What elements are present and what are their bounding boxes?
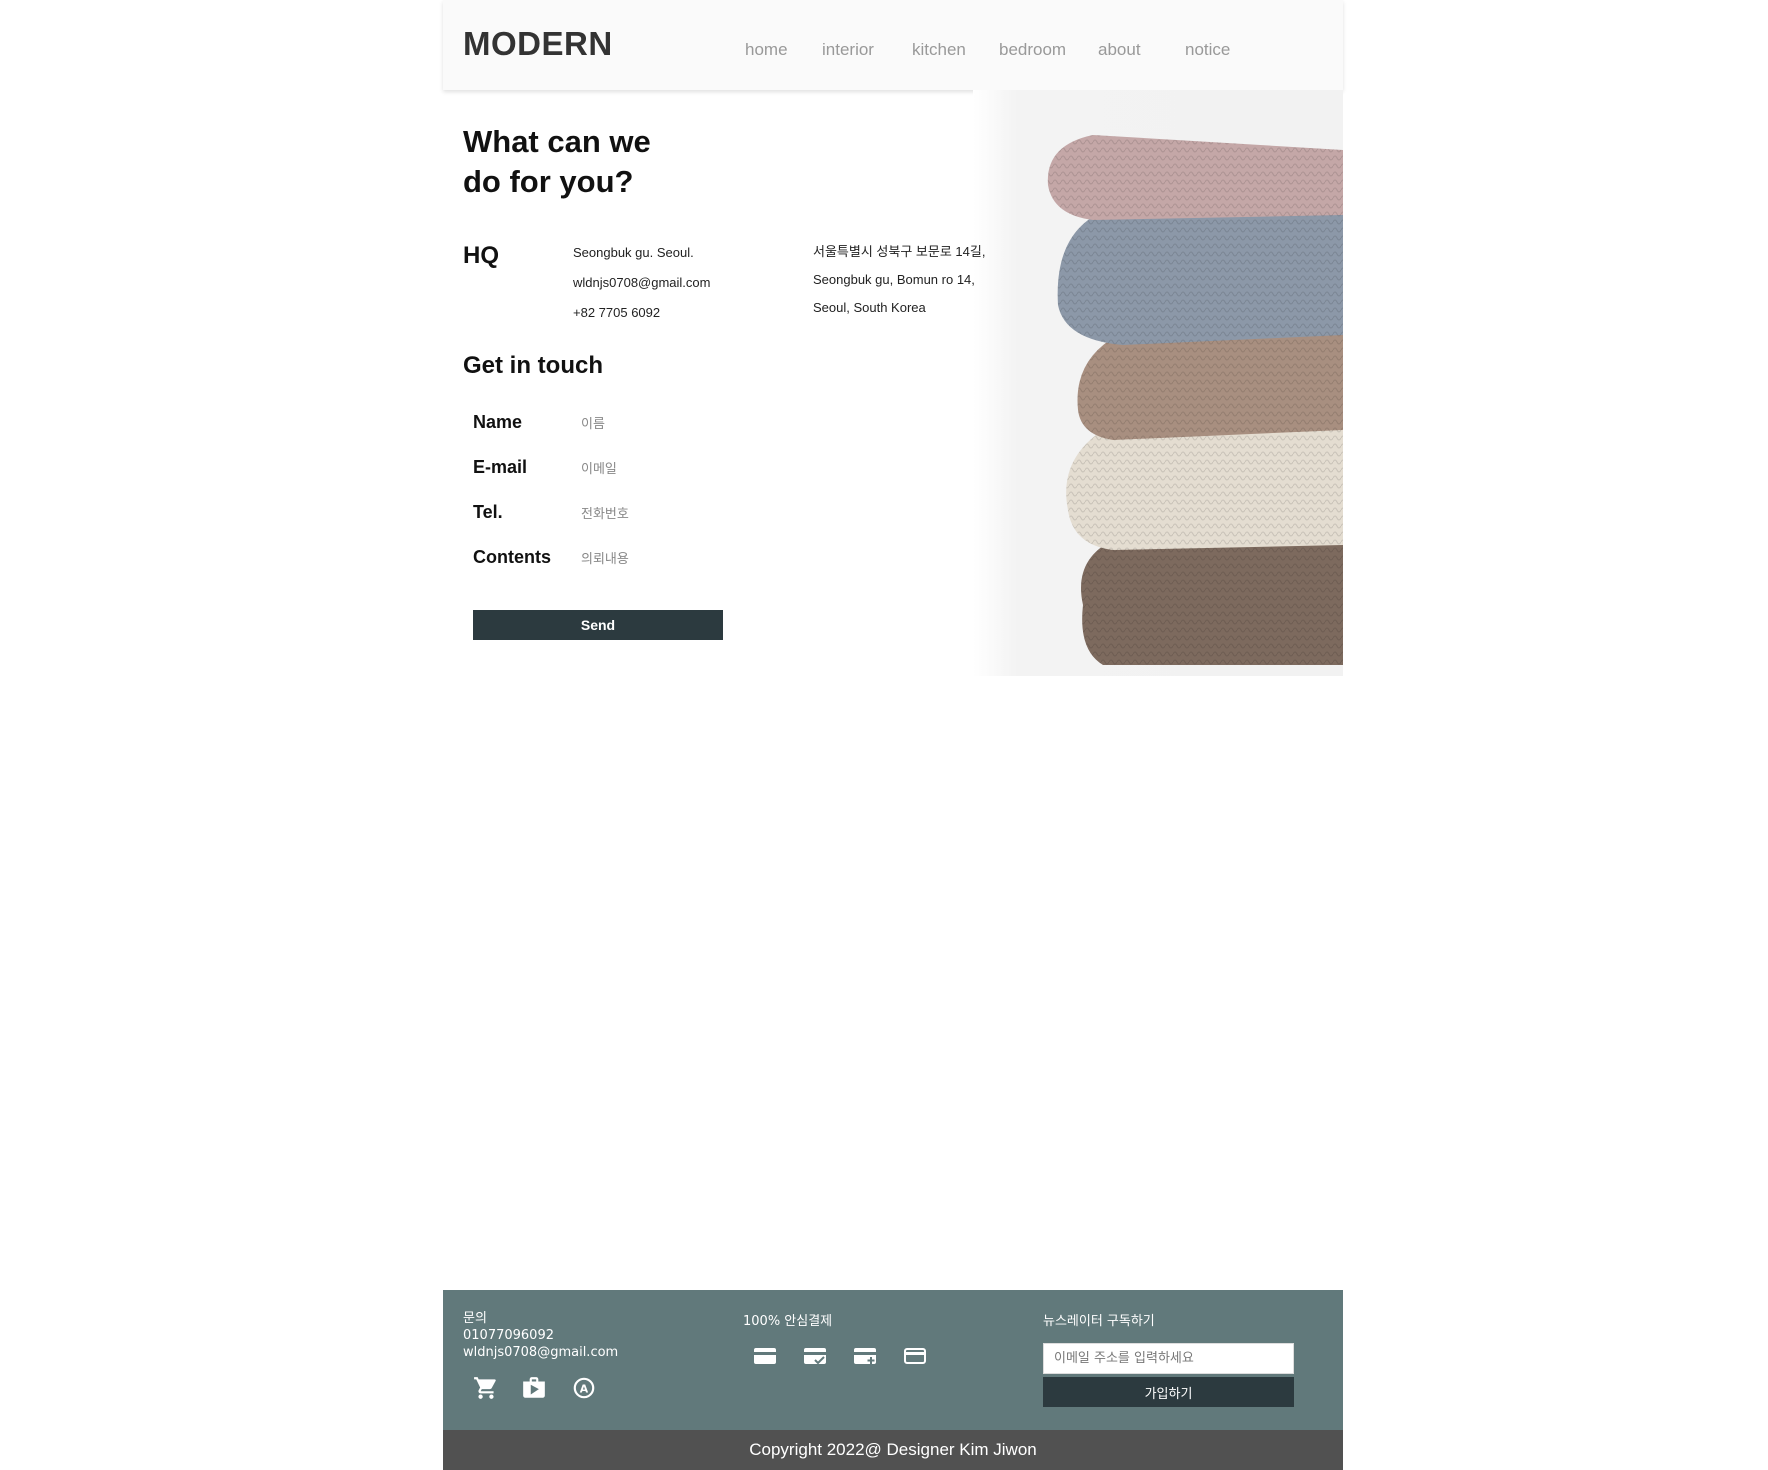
site-header: MODERN home interior kitchen bedroom abo… — [443, 0, 1343, 90]
card-outline-icon — [903, 1345, 927, 1367]
hq-phone: +82 7705 6092 — [573, 305, 661, 320]
copyright: Copyright 2022@ Designer Kim Jiwon — [443, 1430, 1343, 1470]
form-row-tel: Tel. — [473, 502, 733, 547]
hq-email: wldnjs0708@gmail.com — [573, 275, 711, 290]
tel-label: Tel. — [473, 502, 503, 522]
hq-address: 서울특별시 성북구 보문로 14길, Seongbuk gu, Bomun ro… — [813, 238, 985, 322]
nav-bedroom[interactable]: bedroom — [999, 40, 1066, 60]
contact-heading: Get in touch — [463, 352, 603, 379]
payment-title: 100% 안심결제 — [743, 1314, 833, 1329]
svg-text:A: A — [580, 1382, 589, 1395]
cart-icon[interactable] — [473, 1375, 499, 1401]
newsletter-title: 뉴스레이터 구독하기 — [1043, 1314, 1155, 1329]
nav-notice[interactable]: notice — [1185, 40, 1230, 60]
form-row-name: Name — [473, 412, 733, 457]
contents-field[interactable] — [581, 548, 721, 570]
nav-kitchen[interactable]: kitchen — [912, 40, 966, 60]
send-button[interactable]: Send — [473, 610, 723, 640]
card-plus-icon — [853, 1345, 877, 1367]
inquiry-phone: 01077096092 — [463, 1328, 554, 1343]
email-label: E-mail — [473, 457, 528, 477]
email-field[interactable] — [581, 458, 721, 480]
hq-label: HQ — [463, 242, 499, 269]
credit-card-icon — [753, 1345, 777, 1367]
knit-sweater-stack-photo — [973, 90, 1343, 676]
hq-info: Seongbuk gu. Seoul. wldnjs0708@gmail.com… — [573, 238, 710, 328]
form-row-email: E-mail — [473, 457, 733, 502]
hq-address-line-2: Seongbuk gu, Bomun ro 14, — [813, 272, 975, 287]
shop-bag-icon[interactable] — [521, 1375, 547, 1401]
inquiry-email[interactable]: wldnjs0708@gmail.com — [463, 1344, 618, 1361]
name-label: Name — [473, 412, 523, 432]
auto-renew-icon[interactable]: A — [571, 1375, 597, 1401]
page-title: What can we do for you? — [463, 122, 651, 202]
site-logo[interactable]: MODERN — [463, 25, 613, 63]
title-line-2: do for you? — [463, 164, 634, 199]
hq-city: Seongbuk gu. Seoul. — [573, 245, 694, 260]
nav-home[interactable]: home — [745, 40, 788, 60]
page: MODERN home interior kitchen bedroom abo… — [443, 0, 1343, 1470]
hq-address-line-3: Seoul, South Korea — [813, 300, 926, 315]
inquiry-title: 문의 — [463, 1311, 487, 1326]
newsletter-email-input[interactable] — [1043, 1343, 1294, 1374]
name-field[interactable] — [581, 413, 721, 435]
hq-address-line-1: 서울특별시 성북구 보문로 14길, — [813, 244, 986, 259]
site-footer: 문의 01077096092 wldnjs0708@gmail.com A 10… — [443, 1290, 1343, 1430]
tel-field[interactable] — [581, 503, 721, 525]
nav-interior[interactable]: interior — [822, 40, 874, 60]
footer-inquiry: 문의 01077096092 wldnjs0708@gmail.com — [463, 1310, 618, 1361]
title-line-1: What can we — [463, 124, 651, 159]
contents-label: Contents — [473, 547, 551, 567]
form-row-contents: Contents — [473, 547, 733, 592]
card-check-icon — [803, 1345, 827, 1367]
newsletter-subscribe-button[interactable]: 가입하기 — [1043, 1377, 1294, 1407]
contact-form: Name E-mail Tel. Contents — [473, 412, 733, 592]
contact-section: What can we do for you? HQ Seongbuk gu. … — [443, 90, 1343, 676]
nav-about[interactable]: about — [1098, 40, 1141, 60]
